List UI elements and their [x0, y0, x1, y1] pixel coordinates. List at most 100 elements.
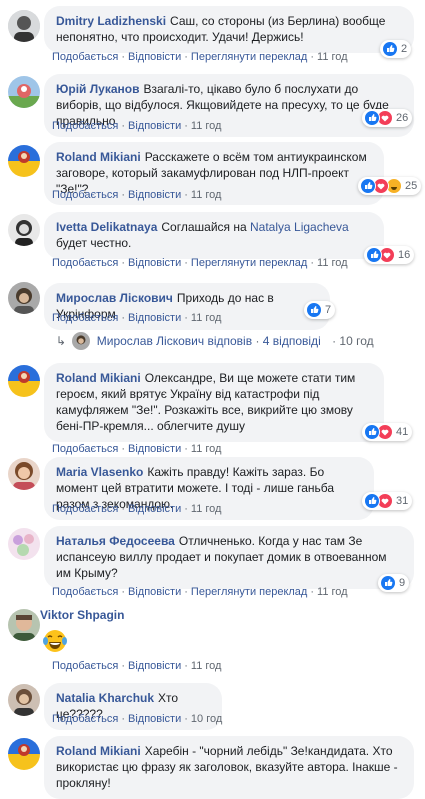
reply-link[interactable]: Відповісти: [128, 713, 181, 725]
reply-link[interactable]: Відповісти: [128, 660, 181, 672]
like-link[interactable]: Подобається: [52, 660, 118, 672]
comment-text: будет честно.: [56, 236, 132, 250]
like-link[interactable]: Подобається: [52, 503, 118, 515]
reaction-count: 26: [396, 112, 409, 124]
replied-verb: відповів: [207, 334, 253, 349]
reply-link[interactable]: Відповісти: [128, 51, 181, 63]
reply-link[interactable]: Відповісти: [128, 312, 181, 324]
reply-link[interactable]: Відповісти: [128, 443, 181, 455]
comment-author[interactable]: Roland Mikiani: [56, 744, 141, 758]
mention-link[interactable]: Natalya Ligacheva: [250, 220, 349, 234]
reaction-count: 9: [399, 577, 406, 589]
avatar[interactable]: [8, 528, 40, 560]
reaction-summary[interactable]: 31: [362, 492, 413, 510]
reaction-count: 2: [401, 43, 408, 55]
comment-time[interactable]: 11 год: [191, 503, 222, 515]
like-link[interactable]: Подобається: [52, 586, 118, 598]
reaction-summary[interactable]: 9: [378, 574, 410, 592]
like-reaction-icon: [380, 575, 396, 591]
comment-author[interactable]: Natalia Kharchuk: [56, 691, 154, 705]
like-link[interactable]: Подобається: [52, 189, 118, 201]
view-replies-link[interactable]: ↳ Мирослав Ліскович відповів · 4 відпові…: [56, 332, 374, 351]
avatar[interactable]: [8, 214, 40, 246]
avatar[interactable]: [8, 458, 40, 490]
comment-author[interactable]: Dmitry Ladizhenski: [56, 14, 166, 28]
comment-time[interactable]: 11 год: [317, 257, 348, 269]
comment-actions: Подобається · Відповісти · 11 год: [52, 312, 222, 324]
translate-link[interactable]: Переглянути переклад: [191, 257, 307, 269]
like-link[interactable]: Подобається: [52, 312, 118, 324]
comment-time[interactable]: 11 год: [317, 51, 348, 63]
avatar[interactable]: [8, 609, 40, 641]
comment-time[interactable]: 11 год: [317, 586, 348, 598]
comment-actions: Подобається · Відповісти · 11 год: [52, 443, 222, 455]
avatar[interactable]: [8, 684, 40, 716]
reaction-count: 7: [325, 304, 332, 316]
reaction-summary[interactable]: 25: [358, 177, 422, 195]
comment-author[interactable]: Roland Mikiani: [56, 371, 141, 385]
comment-time[interactable]: 11 год: [191, 312, 222, 324]
reaction-count: 16: [398, 249, 411, 261]
reaction-summary[interactable]: 16: [364, 246, 415, 264]
comment-author-line: Viktor Shpagin: [40, 608, 128, 622]
comment-author[interactable]: Maria Vlasenko: [56, 465, 143, 479]
reply-link[interactable]: Відповісти: [128, 503, 181, 515]
comment-time[interactable]: 11 год: [191, 660, 222, 672]
face-with-tears-of-joy-icon: [42, 628, 68, 657]
comment-time[interactable]: 11 год: [191, 189, 222, 201]
comment-author[interactable]: Мирослав Ліскович: [56, 291, 173, 305]
reaction-count: 25: [405, 180, 418, 192]
comment-actions: Подобається · Відповісти · Переглянути перек…: [52, 257, 348, 269]
like-link[interactable]: Подобається: [52, 713, 118, 725]
comment-bubble: Roland Mikiani Харебін - "чорний лебідь" …: [44, 736, 414, 799]
reply-link[interactable]: Відповісти: [128, 586, 181, 598]
translate-link[interactable]: Переглянути переклад: [191, 586, 307, 598]
comment-time[interactable]: 11 год: [191, 120, 222, 132]
like-reaction-icon: [306, 302, 322, 318]
reply-arrow-icon: ↳: [56, 334, 67, 349]
comment-author[interactable]: Ivetta Delikatnaya: [56, 220, 157, 234]
reaction-summary[interactable]: 7: [304, 301, 336, 319]
reaction-summary[interactable]: 26: [362, 109, 413, 127]
comment-author[interactable]: Viktor Shpagin: [40, 608, 124, 622]
like-reaction-icon: [382, 41, 398, 57]
comment-time[interactable]: 10 год: [191, 713, 222, 725]
comment-actions: Подобається · Відповісти · 11 год: [52, 660, 222, 672]
like-link[interactable]: Подобається: [52, 443, 118, 455]
translate-link[interactable]: Переглянути переклад: [191, 51, 307, 63]
like-link[interactable]: Подобається: [52, 51, 118, 63]
like-link[interactable]: Подобається: [52, 120, 118, 132]
like-link[interactable]: Подобається: [52, 257, 118, 269]
reaction-summary[interactable]: 2: [380, 40, 412, 58]
reply-link[interactable]: Відповісти: [128, 189, 181, 201]
comment-author[interactable]: Roland Mikiani: [56, 150, 141, 164]
avatar[interactable]: [8, 76, 40, 108]
reply-link[interactable]: Відповісти: [128, 120, 181, 132]
comment-actions: Подобається · Відповісти · 10 год: [52, 713, 223, 725]
comment-actions: Подобається · Відповісти · 11 год: [52, 503, 222, 515]
like-reaction-icon: [364, 424, 380, 440]
avatar[interactable]: [8, 10, 40, 42]
reaction-count: 41: [396, 426, 409, 438]
comment-bubble: Наталья Федосеева Отличненько. Когда у на…: [44, 526, 414, 589]
replier-name[interactable]: Мирослав Ліскович: [97, 334, 204, 348]
comment-bubble: Dmitry Ladizhenski Саш, со стороны (из Бе…: [44, 6, 414, 53]
comment-text: Соглашайся на: [161, 220, 250, 234]
reply-link[interactable]: Відповісти: [128, 257, 181, 269]
like-reaction-icon: [366, 247, 382, 263]
reaction-summary[interactable]: 41: [362, 423, 413, 441]
reply-count[interactable]: 4 відповіді: [263, 334, 321, 348]
comment-bubble: Roland Mikiani Олександре, Ви ще можете с…: [44, 363, 384, 442]
avatar[interactable]: [8, 738, 40, 770]
avatar[interactable]: [8, 282, 40, 314]
comment-bubble: Ivetta Delikatnaya Соглашайся на Natalya …: [44, 212, 384, 259]
like-reaction-icon: [360, 178, 376, 194]
comment-actions: Подобається · Відповісти · Переглянути перек…: [52, 51, 348, 63]
comment-actions: Подобається · Відповісти · 11 год: [52, 120, 222, 132]
comment-author[interactable]: Юрій Луканов: [56, 82, 139, 96]
comment-author[interactable]: Наталья Федосеева: [56, 534, 175, 548]
avatar[interactable]: [8, 365, 40, 397]
comment-actions: Подобається · Відповісти · Переглянути перек…: [52, 586, 348, 598]
avatar[interactable]: [8, 145, 40, 177]
comment-time[interactable]: 11 год: [191, 443, 222, 455]
